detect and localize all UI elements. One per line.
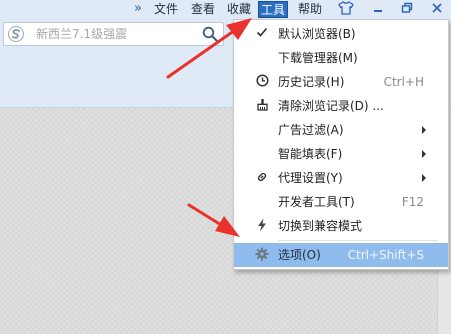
menu-item-shortcut: Ctrl+H [383,75,424,89]
menu-item-shortcut: F12 [401,195,424,209]
menu-item-label: 历史记录(H) [278,75,345,89]
menu-item-options[interactable]: 选项(O) Ctrl+Shift+S [234,243,448,267]
checkmark-icon [254,26,270,42]
tools-dropdown-menu: 默认浏览器(B) 下载管理器(M) 历史记录(H) Ctrl+H 清除浏览记录(… [233,19,449,270]
search-input[interactable]: 新西兰7.1级强震 [36,23,127,45]
search-icon[interactable] [202,26,218,42]
menu-item-label: 清除浏览记录(D) ... [278,99,384,113]
menu-item-developer-tools[interactable]: 开发者工具(T) F12 [234,190,448,214]
menu-bar: » 文件 查看 收藏 工具 帮助 [0,0,451,19]
menu-item-download-manager[interactable]: 下载管理器(M) [234,46,448,70]
broom-icon [254,98,270,114]
menu-tools[interactable]: 工具 [258,1,288,18]
menu-item-clear-history[interactable]: 清除浏览记录(D) ... [234,94,448,118]
gear-icon [254,247,270,263]
menu-file[interactable]: 文件 [152,1,180,18]
menu-item-label: 切换到兼容模式 [278,219,363,233]
menu-item-shortcut: Ctrl+Shift+S [347,248,424,262]
sogou-logo-icon[interactable] [8,26,24,42]
menu-item-label: 选项(O) [278,248,321,262]
menu-item-label: 开发者工具(T) [278,195,355,209]
close-icon[interactable] [428,1,446,17]
menu-item-label: 默认浏览器(B) [278,27,356,41]
menu-item-proxy-settings[interactable]: 代理设置(Y) [234,166,448,190]
link-icon [254,170,270,186]
minimize-icon[interactable] [369,1,387,17]
submenu-arrow-icon [422,174,426,182]
menu-help[interactable]: 帮助 [296,1,324,18]
menu-item-label: 广告过滤(A) [278,123,344,137]
lightning-icon [254,218,270,234]
menu-item-label: 代理设置(Y) [278,171,343,185]
menu-item-label: 下载管理器(M) [278,51,358,65]
menu-favorites[interactable]: 收藏 [225,1,253,18]
menu-item-compat-mode[interactable]: 切换到兼容模式 [234,214,448,238]
double-chevron-right-icon[interactable]: » [131,0,145,18]
menu-item-default-browser[interactable]: 默认浏览器(B) [234,22,448,46]
submenu-arrow-icon [422,150,426,158]
menu-separator [278,240,438,241]
menu-item-label: 智能填表(F) [278,147,343,161]
search-box[interactable]: 新西兰7.1级强震 [3,22,224,46]
menu-item-history[interactable]: 历史记录(H) Ctrl+H [234,70,448,94]
clock-icon [254,74,270,90]
menu-item-ad-filter[interactable]: 广告过滤(A) [234,118,448,142]
browser-window: » 文件 查看 收藏 工具 帮助 新西兰7.1级强震 默认浏览器(B) 下载管理… [0,0,451,334]
restore-icon[interactable] [398,1,416,17]
menu-item-autofill[interactable]: 智能填表(F) [234,142,448,166]
tshirt-icon[interactable] [337,1,355,17]
submenu-arrow-icon [422,126,426,134]
menu-view[interactable]: 查看 [189,1,217,18]
